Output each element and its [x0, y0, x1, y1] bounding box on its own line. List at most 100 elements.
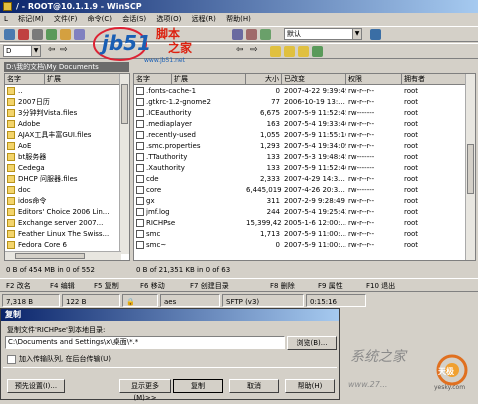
gear-icon[interactable] [4, 29, 15, 40]
local-list-item[interactable]: doc [5, 185, 121, 195]
home-folder-icon[interactable] [298, 46, 309, 57]
cancel-button[interactable]: 取消 [229, 379, 279, 393]
local-item-name: 2007日历 [18, 98, 50, 106]
remote-file-panel[interactable]: 名字 扩展 大小 已改变 权限 拥有者 .fonts-cache-1 0 2007-… [133, 73, 476, 261]
remote-forward-arrow-icon[interactable]: ⇨ [250, 45, 258, 55]
remote-list-item[interactable]: cde 2,333 2007-4-29 14:3... rw-r--r-- root [134, 174, 467, 184]
remote-col-size[interactable]: 大小 [246, 74, 282, 85]
local-item-name: Editors' Choice 2006 Lin... [18, 208, 110, 216]
local-list-item[interactable]: DHCP 问服器.files [5, 174, 121, 184]
preset-button[interactable]: 预先设置(I)... [7, 379, 65, 393]
target-directory-input[interactable]: C:\Documents and Settings\x\桌面\*.* [5, 336, 285, 349]
transferred-value: 7,318 B [6, 298, 34, 306]
remote-vscroll[interactable] [465, 74, 475, 260]
local-list-item[interactable]: AoE [5, 141, 121, 151]
local-list-item[interactable]: Adobe [5, 119, 121, 129]
f7-mkdir-button[interactable]: F7 创建目录 [190, 279, 229, 293]
local-hscroll-thumb[interactable] [15, 253, 85, 259]
remote-list-item[interactable]: .fonts-cache-1 0 2007-4-22 9:39:49 rw-r--r-… [134, 86, 467, 96]
globe-icon[interactable] [370, 29, 381, 40]
local-vscroll[interactable] [119, 74, 129, 254]
remote-col-rights[interactable]: 权限 [346, 74, 402, 85]
local-list-item[interactable]: bt服务器 [5, 152, 121, 162]
more-button[interactable]: 显示更多(M)>> [119, 379, 171, 402]
menu-item-local[interactable]: L [0, 13, 12, 25]
back-arrow-icon[interactable]: ⇦ [48, 45, 56, 55]
copy-button[interactable]: 复制 [173, 379, 223, 393]
remote-col-changed[interactable]: 已改变 [282, 74, 346, 85]
terminal-icon[interactable] [32, 29, 43, 40]
menu-item-file[interactable]: 文件(F) [50, 13, 82, 25]
remote-list-item[interactable]: .TTauthority 133 2007-5-3 19:48:45 rw------… [134, 152, 467, 162]
local-list-item[interactable]: AJAX工具丰富GUI.files [5, 130, 121, 140]
local-col-name[interactable]: 名字 [5, 74, 45, 85]
local-list-item[interactable]: Feather Linux The Swiss... [5, 229, 121, 239]
local-list-item[interactable]: 2007日历 [5, 97, 121, 107]
remote-item-changed: 2007-5-4 19:34:09 [284, 142, 346, 150]
f5-copy-button[interactable]: F5 复制 [94, 279, 119, 293]
remote-list-item[interactable]: .smc.properties 1,293 2007-5-4 19:34:09 rw-… [134, 141, 467, 151]
local-list-item[interactable]: idos命令 [5, 196, 121, 206]
local-list-item[interactable]: Editors' Choice 2006 Lin... [5, 207, 121, 217]
remote-col-name[interactable]: 名字 [134, 74, 172, 85]
parent-folder-icon[interactable] [270, 46, 281, 57]
local-vscroll-thumb[interactable] [121, 84, 128, 124]
chevron-down-icon[interactable]: ▼ [352, 29, 361, 39]
local-hscroll[interactable] [5, 251, 121, 260]
remote-list-item[interactable]: smc 1,713 2007-5-9 11:00:... rw-r--r-- root [134, 229, 467, 239]
remote-item-size: 0 [275, 241, 280, 249]
local-list-item[interactable]: Cedega [5, 163, 121, 173]
f10-quit-button[interactable]: F10 退出 [366, 279, 395, 293]
remote-vscroll-thumb[interactable] [467, 144, 474, 194]
remote-item-owner: root [404, 164, 419, 172]
browse-button[interactable]: 浏览(B)... [287, 336, 337, 350]
f9-properties-button[interactable]: F9 属性 [318, 279, 343, 293]
queue-checkbox[interactable] [7, 355, 16, 364]
forward-arrow-icon[interactable]: ⇨ [60, 45, 68, 55]
file-icon [136, 219, 144, 227]
transferred-cell: 7,318 B [2, 294, 60, 307]
local-list-item[interactable]: .. [5, 86, 121, 96]
f2-rename-button[interactable]: F2 改名 [6, 279, 31, 293]
remote-list-item[interactable]: .gtkrc-1.2-gnome2 77 2006-10-19 13:... rw-r… [134, 97, 467, 107]
mask-icon[interactable] [246, 29, 257, 40]
reload-icon[interactable] [312, 46, 323, 57]
remote-back-arrow-icon[interactable]: ⇦ [236, 45, 244, 55]
sync-icon[interactable] [60, 29, 71, 40]
remote-list-item[interactable]: jmf.log 244 2007-5-4 19:25:43 rw-r--r-- root [134, 207, 467, 217]
menu-item-mark[interactable]: 标记(M) [14, 13, 48, 25]
local-item-name: .. [18, 87, 23, 95]
remote-list-item[interactable]: .ICEauthority 6,675 2007-5-9 11:52:45 rw---… [134, 108, 467, 118]
remote-list-item[interactable]: .recently-used 1,055 2007-5-9 11:55:16 rw-r… [134, 130, 467, 140]
compare-icon[interactable] [260, 29, 271, 40]
f4-edit-button[interactable]: F4 编辑 [50, 279, 75, 293]
root-folder-icon[interactable] [284, 46, 295, 57]
remote-list-item[interactable]: core 6,445,019 2007-4-26 20:3... rw------- r… [134, 185, 467, 195]
local-list-item[interactable]: 3分钟判Vista.files [5, 108, 121, 118]
f8-delete-button[interactable]: F8 删除 [270, 279, 295, 293]
main-toolbar: 默认 ▼ [0, 26, 478, 42]
remote-list-item[interactable]: .mediaplayer 163 2007-5-4 19:33:40 rw-r--r-… [134, 119, 467, 129]
f6-move-button[interactable]: F6 移动 [140, 279, 165, 293]
session-combo[interactable]: 默认 ▼ [284, 28, 362, 40]
filter-icon[interactable] [232, 29, 243, 40]
local-path: D:\我的文档\My Documents [6, 63, 99, 71]
refresh-icon[interactable] [46, 29, 57, 40]
remote-list-item[interactable]: .Xauthority 133 2007-5-9 11:52:40 rw-------… [134, 163, 467, 173]
remote-col-owner[interactable]: 拥有者 [402, 74, 467, 85]
help-button[interactable]: 帮助(H) [285, 379, 335, 393]
remote-item-size: 133 [266, 153, 280, 161]
queue-checkbox-label[interactable]: 加入传输队列, 在后台传输(U) [19, 354, 111, 364]
remote-list-item[interactable]: gx 311 2007-2-9 9:28:49 rw-r--r-- root [134, 196, 467, 206]
drive-combo[interactable]: D ▼ [3, 45, 41, 57]
remote-list-item[interactable]: RICHPse 15,399,4242005-1-6 12:00:...rw-r-… [134, 218, 467, 228]
local-file-panel[interactable]: 名字 扩展 .. 2007日历 3分钟判Vista.files Adobe AJAX工具… [4, 73, 130, 261]
chevron-down-icon[interactable]: ▼ [31, 46, 40, 56]
remote-col-ext[interactable]: 扩展 [172, 74, 246, 85]
disconnect-icon[interactable] [18, 29, 29, 40]
remote-list-item[interactable]: smc~ 0 2007-5-9 11:00:... rw-r--r-- root [134, 240, 467, 250]
local-col-ext[interactable]: 扩展 [45, 74, 121, 85]
local-list-item[interactable]: Fedora Core 6 [5, 240, 121, 250]
queue-icon[interactable] [74, 29, 85, 40]
local-list-item[interactable]: Exchange server 2007... [5, 218, 121, 228]
